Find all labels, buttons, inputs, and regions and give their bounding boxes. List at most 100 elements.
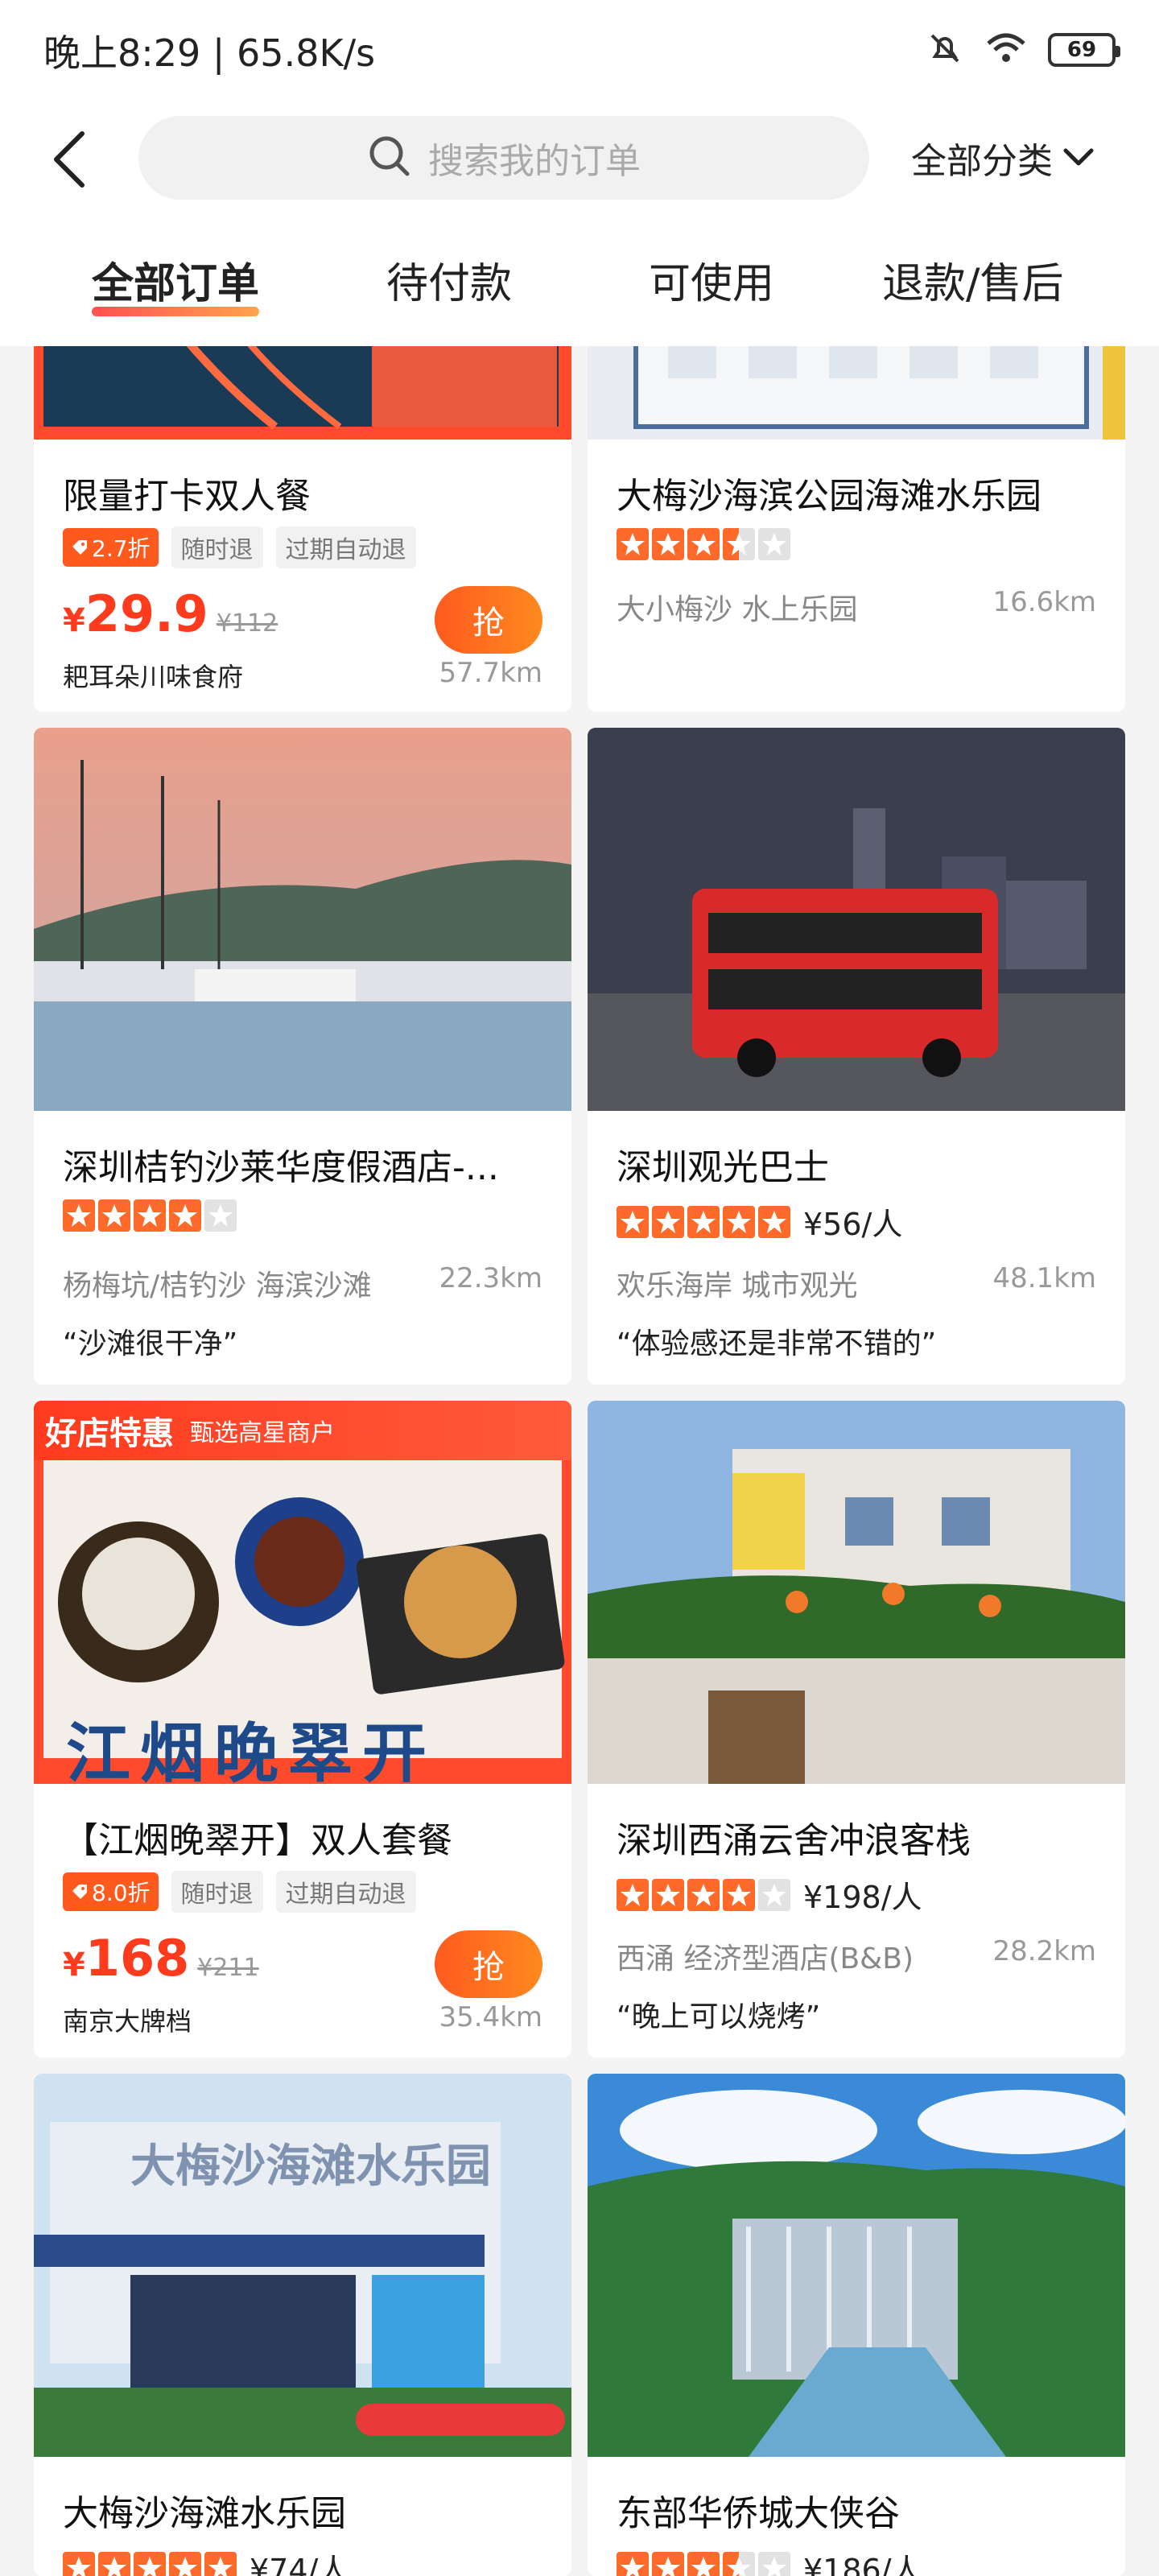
rating-row	[63, 1199, 237, 1232]
review-quote: “晚上可以烧烤”	[617, 2000, 821, 2033]
original-price: ¥211	[197, 1954, 259, 1982]
order-tabs: 全部订单 待付款 可使用 退款/售后	[0, 242, 1159, 330]
star-rating	[617, 1205, 790, 1238]
star-icon	[723, 1878, 755, 1911]
star-icon	[687, 2551, 720, 2576]
deal-card[interactable]: 大梅沙海滩水乐园 大梅沙海滩水乐园 ¥74/人	[34, 2074, 571, 2576]
distance: 57.7km	[439, 657, 542, 689]
tab-refund-aftersale[interactable]: 退款/售后	[882, 250, 1064, 310]
card-title: 深圳西涌云舍冲浪客栈	[617, 1820, 971, 1861]
tag-icon	[72, 1885, 87, 1899]
tag-anytime-refund: 随时退	[171, 526, 263, 568]
area-category: 欢乐海岸 城市观光	[617, 1269, 858, 1302]
price-per-person: ¥74/人	[250, 2553, 349, 2576]
grab-button[interactable]: 抢	[435, 586, 542, 654]
discount-badge: 8.0折	[63, 1872, 159, 1911]
search-placeholder: 搜索我的订单	[428, 141, 641, 182]
star-icon	[723, 2551, 755, 2576]
star-icon	[98, 1199, 130, 1232]
card-image: 好店特惠 甄选高星商户 江烟晚翠开	[34, 1401, 571, 1784]
deal-card[interactable]: 深圳西涌云舍冲浪客栈 ¥198/人 西涌 经济型酒店(B&B) 28.2km “…	[588, 1401, 1125, 2058]
card-image	[588, 1401, 1125, 1784]
search-row: 搜索我的订单 全部分类	[0, 113, 1159, 201]
star-icon	[758, 528, 790, 560]
star-icon	[723, 528, 755, 560]
distance: 22.3km	[439, 1262, 542, 1294]
star-rating	[617, 2551, 790, 2576]
rating-row: ¥198/人	[617, 1872, 922, 1917]
deal-card[interactable]: 好店特惠 甄选高星商户 江烟晚翠开 【江烟晚翠开】双人套餐 8.0折 随时退 过…	[34, 1401, 571, 2058]
star-icon	[204, 1199, 237, 1232]
deal-card[interactable]: 东部华侨城大侠谷 ¥186/人	[588, 2074, 1125, 2576]
star-rating	[617, 528, 790, 560]
star-icon	[758, 1878, 790, 1911]
mute-bell-icon	[926, 29, 964, 71]
tag-auto-refund: 过期自动退	[275, 1871, 416, 1913]
card-image	[588, 2074, 1125, 2457]
card-image: 大梅沙海滩水乐园	[34, 2074, 571, 2457]
distance: 28.2km	[992, 1935, 1096, 1967]
star-icon	[758, 1205, 790, 1238]
star-icon	[63, 2551, 95, 2576]
original-price: ¥112	[216, 609, 278, 638]
card-title: 深圳桔钓沙莱华度假酒店-...	[63, 1147, 499, 1188]
header: 晚上8:29 | 65.8K/s 69 搜索我的订单 全部分类 全部订单 待付款…	[0, 0, 1159, 346]
category-dropdown[interactable]: 全部分类	[911, 132, 1095, 184]
tag-row: 8.0折 随时退 过期自动退	[63, 1871, 416, 1913]
star-rating	[63, 1199, 237, 1232]
area-category: 杨梅坑/桔钓沙 海滨沙滩	[63, 1269, 372, 1302]
star-icon	[204, 2551, 237, 2576]
merchant-name: 南京大牌档	[63, 2006, 192, 2037]
price: ¥29.9 ¥112	[63, 584, 278, 643]
tab-pending-payment[interactable]: 待付款	[386, 250, 512, 310]
star-icon	[617, 2551, 649, 2576]
star-icon	[652, 528, 684, 560]
star-icon	[169, 2551, 201, 2576]
search-input[interactable]: 搜索我的订单	[138, 116, 869, 200]
image-text: 江烟晚翠开	[66, 1716, 436, 1784]
status-bar: 晚上8:29 | 65.8K/s 69	[0, 0, 1159, 97]
distance: 48.1km	[992, 1262, 1096, 1294]
star-icon	[687, 1878, 720, 1911]
back-button[interactable]	[48, 127, 105, 192]
star-icon	[134, 1199, 166, 1232]
discount-badge: 2.7折	[63, 528, 159, 567]
area-category: 大小梅沙 水上乐园	[617, 593, 858, 626]
deal-card[interactable]: 深圳桔钓沙莱华度假酒店-... 杨梅坑/桔钓沙 海滨沙滩 22.3km “沙滩很…	[34, 728, 571, 1385]
star-icon	[687, 528, 720, 560]
star-icon	[617, 528, 649, 560]
tab-all-orders[interactable]: 全部订单	[92, 250, 260, 316]
distance: 16.6km	[992, 586, 1096, 618]
star-icon	[63, 1199, 95, 1232]
battery-icon: 69	[1048, 33, 1120, 67]
star-icon	[134, 2551, 166, 2576]
promo-banner: 好店特惠 甄选高星商户	[34, 1401, 571, 1460]
area-category: 西涌 经济型酒店(B&B)	[617, 1942, 914, 1975]
grab-button[interactable]: 抢	[435, 1930, 542, 1998]
star-icon	[758, 2551, 790, 2576]
chevron-down-icon	[1063, 148, 1094, 166]
review-quote: “体验感还是非常不错的”	[617, 1327, 937, 1360]
tag-icon	[72, 540, 87, 555]
star-icon	[723, 1205, 755, 1238]
card-title: 深圳观光巴士	[617, 1147, 829, 1188]
wifi-icon	[985, 31, 1027, 69]
tag-anytime-refund: 随时退	[171, 1871, 263, 1913]
rating-row: ¥74/人	[63, 2545, 349, 2576]
card-title: 大梅沙海滩水乐园	[63, 2493, 346, 2534]
merchant-name: 耙耳朵川味食府	[63, 662, 244, 692]
status-time: 晚上8:29 | 65.8K/s	[43, 31, 376, 75]
tab-active-indicator	[92, 307, 260, 316]
rating-row: ¥56/人	[617, 1199, 902, 1244]
card-title: 东部华侨城大侠谷	[617, 2493, 900, 2534]
card-title: 限量打卡双人餐	[63, 476, 311, 517]
star-icon	[169, 1199, 201, 1232]
deal-card[interactable]: 深圳观光巴士 ¥56/人 欢乐海岸 城市观光 48.1km “体验感还是非常不错…	[588, 728, 1125, 1385]
price-per-person: ¥198/人	[803, 1880, 922, 1915]
price-per-person: ¥56/人	[803, 1207, 903, 1242]
tab-usable[interactable]: 可使用	[649, 250, 774, 310]
search-icon	[367, 134, 412, 182]
card-image	[34, 728, 571, 1111]
status-icons: 69	[926, 29, 1120, 71]
star-icon	[98, 2551, 130, 2576]
